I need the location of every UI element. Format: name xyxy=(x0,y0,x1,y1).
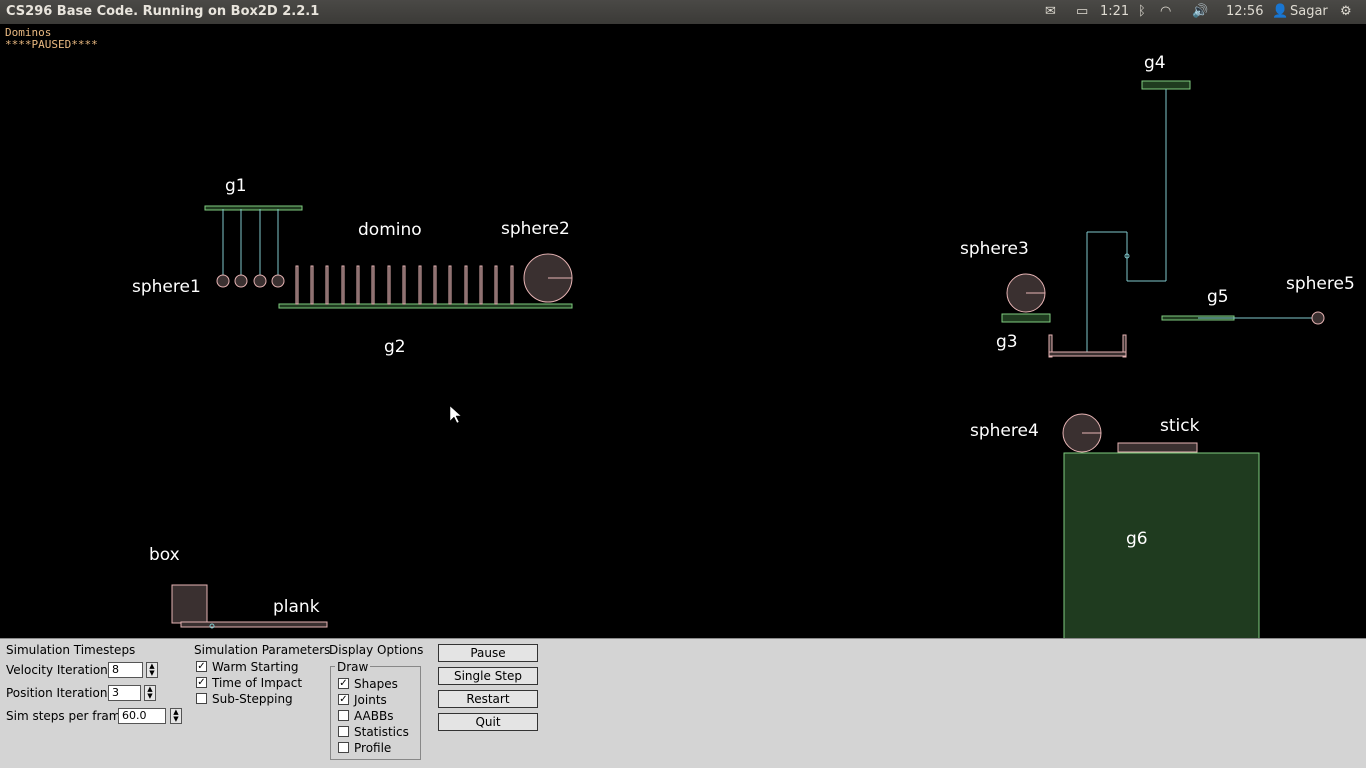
battery-icon[interactable]: ▭ xyxy=(1076,4,1088,19)
wifi-icon[interactable]: ◠ xyxy=(1160,4,1171,19)
velocity-input[interactable]: 8 xyxy=(108,662,143,678)
g3-shelf xyxy=(1001,313,1051,323)
label-g5: g5 xyxy=(1207,287,1229,307)
label-g4: g4 xyxy=(1144,53,1166,73)
toi-checkbox[interactable]: ✓ xyxy=(196,677,207,688)
box-body xyxy=(171,584,208,624)
pendulum-joints xyxy=(222,209,279,281)
hz-input[interactable]: 60.0 xyxy=(118,708,166,724)
warm-starting-label: Warm Starting xyxy=(212,660,299,674)
label-g1: g1 xyxy=(225,176,247,196)
simulation-canvas[interactable]: Dominos ****PAUSED**** g1 domino sphere2… xyxy=(0,24,1366,638)
label-box: box xyxy=(149,545,180,565)
g4-shelf xyxy=(1141,80,1191,90)
position-label: Position Iterations xyxy=(6,686,114,700)
volume-icon[interactable]: 🔊 xyxy=(1192,4,1208,19)
pulley-joints xyxy=(1086,89,1167,354)
label-sphere3: sphere3 xyxy=(960,239,1029,259)
sphere1-balls xyxy=(216,274,285,288)
velocity-label: Velocity Iterations xyxy=(6,663,115,677)
position-input[interactable]: 3 xyxy=(108,685,141,701)
label-sphere5: sphere5 xyxy=(1286,274,1355,294)
mail-icon[interactable]: ✉ xyxy=(1045,4,1056,19)
label-sphere4: sphere4 xyxy=(970,421,1039,441)
aabbs-label: AABBs xyxy=(354,709,394,723)
position-spinner[interactable]: ▲ ▼ xyxy=(144,685,156,701)
gear-icon[interactable]: ⚙ xyxy=(1340,4,1352,19)
label-stick: stick xyxy=(1160,416,1200,436)
profile-label: Profile xyxy=(354,741,392,755)
label-g2: g2 xyxy=(384,337,406,357)
user-name[interactable]: Sagar xyxy=(1290,4,1328,19)
quit-button[interactable]: Quit xyxy=(438,713,538,731)
g1-shelf xyxy=(204,205,303,211)
warm-starting-checkbox[interactable]: ✓ xyxy=(196,661,207,672)
sphere5-ball xyxy=(1311,311,1325,325)
label-sphere2: sphere2 xyxy=(501,219,570,239)
pause-button[interactable]: Pause xyxy=(438,644,538,662)
shapes-checkbox[interactable]: ✓ xyxy=(338,678,349,689)
toi-label: Time of Impact xyxy=(212,676,303,690)
velocity-spinner[interactable]: ▲ ▼ xyxy=(146,662,158,678)
shapes-label: Shapes xyxy=(354,677,398,691)
label-plank: plank xyxy=(273,597,320,617)
user-icon[interactable]: 👤 xyxy=(1272,4,1288,19)
joints-checkbox[interactable]: ✓ xyxy=(338,694,349,705)
substepping-label: Sub-Stepping xyxy=(212,692,293,706)
substepping-checkbox[interactable] xyxy=(196,693,207,704)
joints-label: Joints xyxy=(354,693,387,707)
label-g3: g3 xyxy=(996,332,1018,352)
hz-label: Sim steps per frame xyxy=(6,709,128,723)
aabbs-checkbox[interactable] xyxy=(338,710,349,721)
params-heading: Simulation Parameters xyxy=(194,643,331,657)
display-heading: Display Options xyxy=(329,643,424,657)
profile-checkbox[interactable] xyxy=(338,742,349,753)
statistics-checkbox[interactable] xyxy=(338,726,349,737)
label-g6: g6 xyxy=(1126,529,1148,549)
plank-body xyxy=(180,621,328,628)
hz-spinner[interactable]: ▲ ▼ xyxy=(170,708,182,724)
label-sphere1: sphere1 xyxy=(132,277,201,297)
domino-row xyxy=(295,265,514,305)
mouse-cursor xyxy=(449,405,462,424)
statistics-label: Statistics xyxy=(354,725,409,739)
label-domino: domino xyxy=(358,220,422,240)
control-panel: Simulation Timesteps Velocity Iterations… xyxy=(0,638,1366,768)
window-title: CS296 Base Code. Running on Box2D 2.2.1 xyxy=(6,4,320,19)
stick-body xyxy=(1117,442,1198,453)
single-step-button[interactable]: Single Step xyxy=(438,667,538,685)
draw-group-label: Draw xyxy=(335,660,371,674)
clock[interactable]: 12:56 xyxy=(1226,4,1263,19)
world-drawing xyxy=(171,80,1325,638)
timesteps-heading: Simulation Timesteps xyxy=(6,643,136,657)
restart-button[interactable]: Restart xyxy=(438,690,538,708)
top-panel: CS296 Base Code. Running on Box2D 2.2.1 … xyxy=(0,0,1366,24)
g6-block xyxy=(1063,452,1260,638)
g2-shelf xyxy=(278,303,573,309)
battery-time[interactable]: 1:21 xyxy=(1100,4,1129,19)
bluetooth-icon[interactable]: ᛒ xyxy=(1138,4,1146,19)
